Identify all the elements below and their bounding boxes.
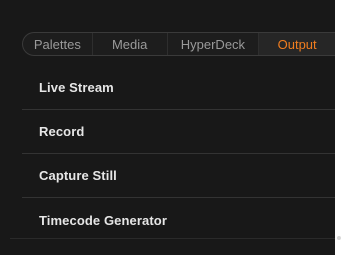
tab-bar: Palettes Media HyperDeck Output	[22, 32, 335, 56]
output-panel: Palettes Media HyperDeck Output Live Str…	[0, 0, 335, 255]
menu-item-capture-still-label: Capture Still	[39, 168, 117, 183]
menu-item-timecode-generator[interactable]: Timecode Generator	[22, 198, 335, 242]
menu-item-record-label: Record	[39, 124, 85, 139]
tab-output[interactable]: Output	[259, 33, 335, 55]
edge-dot	[337, 236, 341, 240]
right-edge	[335, 0, 344, 255]
tab-palettes[interactable]: Palettes	[23, 33, 93, 55]
tab-output-label: Output	[277, 36, 317, 52]
menu-item-capture-still[interactable]: Capture Still	[22, 154, 335, 198]
tab-media[interactable]: Media	[93, 33, 168, 55]
bottom-divider	[10, 238, 335, 239]
tab-hyperdeck-label: HyperDeck	[180, 36, 246, 52]
tab-hyperdeck[interactable]: HyperDeck	[168, 33, 260, 55]
menu-item-live-stream[interactable]: Live Stream	[22, 66, 335, 110]
menu-item-timecode-generator-label: Timecode Generator	[39, 212, 167, 228]
menu-item-live-stream-label: Live Stream	[39, 80, 114, 95]
tab-media-label: Media	[111, 36, 148, 52]
output-menu: Live Stream Record Capture Still Timecod…	[22, 66, 335, 242]
menu-item-record[interactable]: Record	[22, 110, 335, 154]
tab-palettes-label: Palettes	[33, 36, 81, 52]
